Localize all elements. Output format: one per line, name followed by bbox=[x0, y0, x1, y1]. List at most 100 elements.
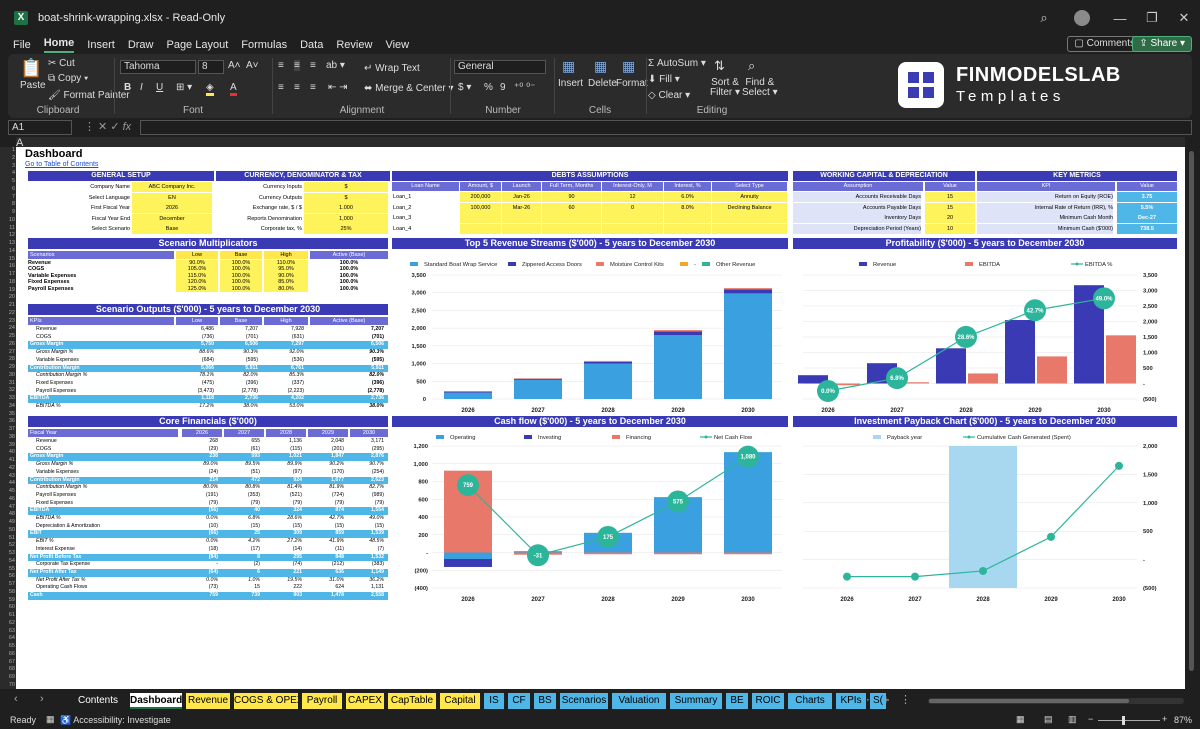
percent-button[interactable]: % bbox=[484, 82, 493, 93]
menu-draw[interactable]: Draw bbox=[128, 39, 154, 53]
row-header[interactable]: 26 bbox=[0, 341, 15, 347]
tab-is[interactable]: IS bbox=[484, 693, 504, 709]
tab-capex[interactable]: CAPEX bbox=[346, 693, 384, 709]
row-header[interactable]: 9 bbox=[0, 209, 15, 215]
tab-cf[interactable]: CF bbox=[508, 693, 530, 709]
row-header[interactable]: 5 bbox=[0, 178, 15, 184]
tab-scenarios[interactable]: Scenarios bbox=[560, 693, 608, 709]
row-header[interactable]: 17 bbox=[0, 271, 15, 277]
minimize-icon[interactable]: — bbox=[1104, 11, 1136, 26]
loan-input[interactable] bbox=[542, 213, 601, 223]
row-header[interactable]: 30 bbox=[0, 372, 15, 378]
tab-roic[interactable]: ROIC bbox=[752, 693, 784, 709]
setup-input[interactable]: Base bbox=[132, 224, 212, 234]
row-header[interactable]: 68 bbox=[0, 666, 15, 672]
row-header[interactable]: 39 bbox=[0, 442, 15, 448]
wc-input[interactable]: 10 bbox=[925, 223, 975, 234]
fill-button[interactable]: ⬇ Fill ▾ bbox=[648, 74, 680, 85]
delete-cells-icon[interactable]: ▦ bbox=[594, 58, 607, 75]
row-header[interactable]: 6 bbox=[0, 186, 15, 192]
loan-input[interactable]: Declining Balance bbox=[712, 202, 787, 213]
menu-formulas[interactable]: Formulas bbox=[241, 39, 287, 53]
find-select-button[interactable]: Find & Select ▾ bbox=[742, 78, 778, 98]
accessibility-status[interactable]: ♿ Accessibility: Investigate bbox=[60, 715, 171, 726]
italic-button[interactable]: I bbox=[140, 82, 143, 93]
borders-icon[interactable]: ⊞ ▾ bbox=[176, 82, 192, 93]
loan-input[interactable]: 8.0% bbox=[664, 202, 711, 213]
row-header[interactable]: 69 bbox=[0, 674, 15, 680]
macro-record-icon[interactable]: ▦ bbox=[46, 714, 55, 725]
tab-summary[interactable]: Summary bbox=[670, 693, 722, 709]
menu-home[interactable]: Home bbox=[43, 37, 75, 53]
paste-icon[interactable]: 📋 bbox=[20, 58, 42, 79]
font-name-select[interactable]: Tahoma bbox=[120, 60, 196, 74]
row-header[interactable]: 37 bbox=[0, 426, 15, 432]
insert-button[interactable]: Insert bbox=[558, 78, 583, 89]
row-header[interactable]: 19 bbox=[0, 287, 15, 293]
row-header[interactable]: 40 bbox=[0, 449, 15, 455]
formula-icons[interactable]: ⋮ ✕ ✓ fx bbox=[84, 120, 131, 133]
worksheet[interactable]: Dashboard Go to Table of Contents GENERA… bbox=[16, 147, 1185, 689]
row-header[interactable]: 3 bbox=[0, 163, 15, 169]
row-header[interactable]: 49 bbox=[0, 519, 15, 525]
setup-input[interactable]: December bbox=[132, 213, 212, 224]
tab-s-[interactable]: S( bbox=[870, 693, 886, 709]
loan-input[interactable]: 60 bbox=[542, 202, 601, 213]
row-header[interactable]: 29 bbox=[0, 364, 15, 370]
currency-input[interactable]: 1,000 bbox=[304, 213, 388, 224]
row-header[interactable]: 13 bbox=[0, 240, 15, 246]
restore-icon[interactable]: ❐ bbox=[1136, 10, 1168, 26]
row-header[interactable]: 15 bbox=[0, 256, 15, 262]
row-header[interactable]: 28 bbox=[0, 356, 15, 362]
comments-button[interactable]: ▢ Comments bbox=[1067, 36, 1142, 52]
row-header[interactable]: 32 bbox=[0, 387, 15, 393]
toc-link[interactable]: Go to Table of Contents bbox=[25, 161, 98, 168]
page-break-icon[interactable]: ▥ bbox=[1068, 714, 1077, 725]
horizontal-scrollbar[interactable] bbox=[928, 698, 1184, 704]
row-header[interactable]: 53 bbox=[0, 550, 15, 556]
zoom-level[interactable]: 87% bbox=[1174, 715, 1192, 725]
row-header[interactable]: 51 bbox=[0, 535, 15, 541]
row-header[interactable]: 46 bbox=[0, 496, 15, 502]
row-header[interactable]: 36 bbox=[0, 418, 15, 424]
row-header[interactable]: 21 bbox=[0, 302, 15, 308]
tab-scroll-right-icon[interactable]: › bbox=[40, 693, 44, 705]
currency-input[interactable]: 1.000 bbox=[304, 203, 388, 213]
loan-input[interactable] bbox=[502, 213, 541, 223]
close-icon[interactable]: ✕ bbox=[1168, 10, 1200, 26]
row-header[interactable]: 59 bbox=[0, 597, 15, 603]
setup-input[interactable]: 2026 bbox=[132, 203, 212, 213]
zoom-in-icon[interactable]: + bbox=[1162, 714, 1167, 724]
indent-icon[interactable]: ⇤ ⇥ bbox=[328, 82, 348, 93]
tab-revenue[interactable]: Revenue bbox=[186, 693, 230, 709]
row-header[interactable]: 24 bbox=[0, 325, 15, 331]
merge-center-button[interactable]: ⬌ Merge & Center ▾ bbox=[364, 83, 454, 94]
tab-captable[interactable]: CapTable bbox=[388, 693, 436, 709]
row-header[interactable]: 31 bbox=[0, 380, 15, 386]
row-header[interactable]: 8 bbox=[0, 201, 15, 207]
page-layout-icon[interactable]: ▤ bbox=[1044, 714, 1053, 725]
format-button[interactable]: Format bbox=[616, 78, 648, 89]
format-cells-icon[interactable]: ▦ bbox=[622, 58, 635, 75]
sort-filter-button[interactable]: Sort & Filter ▾ bbox=[710, 78, 740, 98]
insert-cells-icon[interactable]: ▦ bbox=[562, 58, 575, 75]
row-header[interactable]: 12 bbox=[0, 232, 15, 238]
tab-bs[interactable]: BS bbox=[534, 693, 556, 709]
row-header[interactable]: 22 bbox=[0, 310, 15, 316]
loan-input[interactable] bbox=[664, 213, 711, 223]
row-header[interactable]: 35 bbox=[0, 411, 15, 417]
row-header[interactable]: 57 bbox=[0, 581, 15, 587]
row-header[interactable]: 48 bbox=[0, 511, 15, 517]
row-header[interactable]: 43 bbox=[0, 473, 15, 479]
loan-input[interactable] bbox=[460, 223, 501, 234]
row-header[interactable]: 41 bbox=[0, 457, 15, 463]
wc-input[interactable]: 15 bbox=[925, 202, 975, 213]
loan-input[interactable] bbox=[460, 213, 501, 223]
loan-input[interactable] bbox=[664, 223, 711, 234]
menu-review[interactable]: Review bbox=[336, 39, 372, 53]
tab-charts[interactable]: Charts bbox=[788, 693, 832, 709]
row-header[interactable]: 1 bbox=[0, 147, 15, 153]
align-center-icon[interactable]: ≡ bbox=[294, 82, 300, 93]
align-bottom-icon[interactable]: ≡ bbox=[310, 60, 316, 71]
row-header[interactable]: 56 bbox=[0, 573, 15, 579]
